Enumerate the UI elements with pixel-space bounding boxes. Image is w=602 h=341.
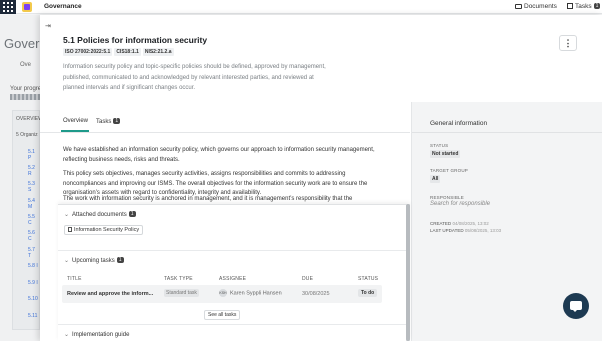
created-value: 04/08/2025, 13:02 — [452, 221, 489, 226]
app-logo[interactable] — [22, 2, 32, 12]
updated-label: LAST UPDATED — [430, 228, 464, 233]
framework-chip: CIS18:1.1 — [114, 48, 141, 56]
target-group-badge[interactable]: All — [430, 175, 441, 183]
chevron-down-icon: ⌄ — [64, 332, 70, 338]
background-row[interactable]: 5.9 I — [28, 280, 38, 286]
collapse-panel-icon[interactable]: ⇥ — [45, 22, 51, 30]
documents-button[interactable]: Documents — [515, 3, 557, 10]
background-column-header: OVERVIEW — [16, 116, 43, 122]
column-header-assignee: ASSIGNEE — [219, 276, 247, 282]
background-row-header: 5 Organiz — [16, 132, 38, 138]
more-options-button[interactable]: ⋮ — [559, 35, 577, 51]
chevron-down-icon: ⌄ — [64, 258, 70, 264]
task-due-date: 30/08/2025 — [302, 291, 330, 297]
background-row[interactable]: 5.1 P — [28, 149, 39, 161]
task-assignee: KSH Karen Syppli Hansen — [219, 289, 282, 297]
background-control-list: OVERVIEW 5 Organiz 5.1 P 5.2 R 5.3 S 5.4… — [12, 110, 43, 330]
avatar: KSH — [219, 289, 227, 297]
background-row[interactable]: 5.8 I — [28, 263, 38, 269]
attached-document-link[interactable]: Information Security Policy — [64, 225, 144, 235]
attached-documents-count: 1 — [128, 211, 136, 217]
background-row[interactable]: 5.3 S — [28, 181, 39, 193]
tasks-button[interactable]: Tasks 1 — [567, 3, 601, 10]
framework-chips: ISO 27002:2022:5.1 CIS18:1.1 NIS2:21.2.a — [63, 48, 174, 56]
column-header-title: TITLE — [67, 276, 82, 282]
chat-bubble-icon — [570, 301, 582, 312]
panel-divider — [412, 132, 602, 133]
framework-chip: NIS2:21.2.a — [142, 48, 174, 56]
column-header-due: DUE — [302, 276, 314, 282]
responsible-search-input[interactable]: Search for responsible — [430, 201, 490, 207]
tabs-divider — [40, 132, 410, 133]
tab-tasks[interactable]: Tasks 1 — [96, 118, 121, 125]
responsible-label: RESPONSIBLE — [430, 195, 464, 200]
tasks-count-badge: 1 — [593, 3, 601, 9]
attached-documents-label: Attached documents — [72, 212, 127, 218]
upcoming-tasks-count: 1 — [116, 257, 124, 263]
task-assignee-name: Karen Syppli Hansen — [230, 290, 282, 297]
background-row[interactable]: 5.7 T — [28, 247, 39, 259]
column-header-status: STATUS — [358, 276, 379, 282]
framework-chip: ISO 27002:2022:5.1 — [63, 48, 113, 56]
background-row[interactable]: 5.2 R — [28, 165, 39, 177]
general-information-title: General information — [430, 120, 488, 127]
updated-meta: LAST UPDATED 05/08/2025, 13:03 — [430, 228, 501, 233]
see-all-tasks-button[interactable]: See all tasks — [204, 310, 241, 320]
created-meta: CREATED 04/08/2025, 13:02 — [430, 221, 489, 226]
status-badge: To do — [358, 289, 378, 297]
chevron-down-icon: ⌄ — [64, 212, 70, 218]
created-label: CREATED — [430, 221, 452, 226]
section-divider — [58, 324, 406, 325]
background-row[interactable]: 5.4 M — [28, 198, 39, 210]
section-divider — [58, 250, 406, 251]
app-grid-icon[interactable] — [0, 0, 16, 14]
implementation-guide-label: Implementation guide — [72, 332, 130, 338]
control-description: Information security policy and topic-sp… — [63, 64, 326, 91]
status-badge[interactable]: Not started — [430, 150, 461, 158]
control-title: 5.1 Policies for information security — [63, 35, 208, 45]
background-progress-label: Your progre — [10, 86, 42, 92]
upcoming-tasks-label: Upcoming tasks — [72, 258, 115, 264]
background-row[interactable]: 5.10 — [28, 296, 38, 302]
tab-overview-label: Overview — [63, 118, 89, 124]
background-row[interactable]: 5.6 C — [28, 230, 39, 242]
document-icon — [68, 227, 72, 232]
top-bar: Governance Documents Tasks 1 — [0, 0, 602, 14]
status-label: STATUS — [430, 143, 449, 148]
related-items-sheet: ⌄ Attached documents 1 Information Securit… — [58, 204, 410, 341]
tasks-label: Tasks — [575, 3, 592, 10]
background-row[interactable]: 5.5 C — [28, 214, 39, 226]
tab-tasks-count: 1 — [113, 118, 121, 124]
upcoming-tasks-header[interactable]: ⌄ Upcoming tasks 1 — [64, 257, 124, 264]
implementation-guide-header[interactable]: ⌄ Implementation guide — [64, 331, 129, 338]
chat-support-button[interactable] — [563, 293, 589, 319]
background-row[interactable]: 5.11 — [28, 313, 37, 319]
documents-label: Documents — [524, 3, 557, 10]
task-title[interactable]: Review and approve the inform... — [67, 291, 153, 297]
scrollbar-thumb[interactable] — [406, 204, 410, 341]
updated-value: 05/08/2025, 13:03 — [464, 228, 502, 233]
column-header-task-type: TASK TYPE — [164, 276, 193, 282]
sheet-scrollbar[interactable] — [406, 204, 410, 341]
background-progress-bar — [10, 94, 40, 100]
tab-tasks-label: Tasks — [96, 119, 112, 125]
target-group-label: TARGET GROUP — [430, 168, 468, 173]
app-title: Governance — [44, 3, 82, 10]
clipboard-icon — [567, 3, 573, 9]
folder-icon — [515, 4, 522, 9]
attached-document-name: Information Security Policy — [74, 227, 140, 233]
background-tab: Ove — [20, 62, 32, 68]
task-type-tag: Standard task — [164, 289, 199, 297]
attached-documents-header[interactable]: ⌄ Attached documents 1 — [64, 211, 136, 218]
tab-overview[interactable]: Overview — [61, 118, 89, 132]
overview-paragraph: We have established an information secur… — [63, 147, 375, 163]
